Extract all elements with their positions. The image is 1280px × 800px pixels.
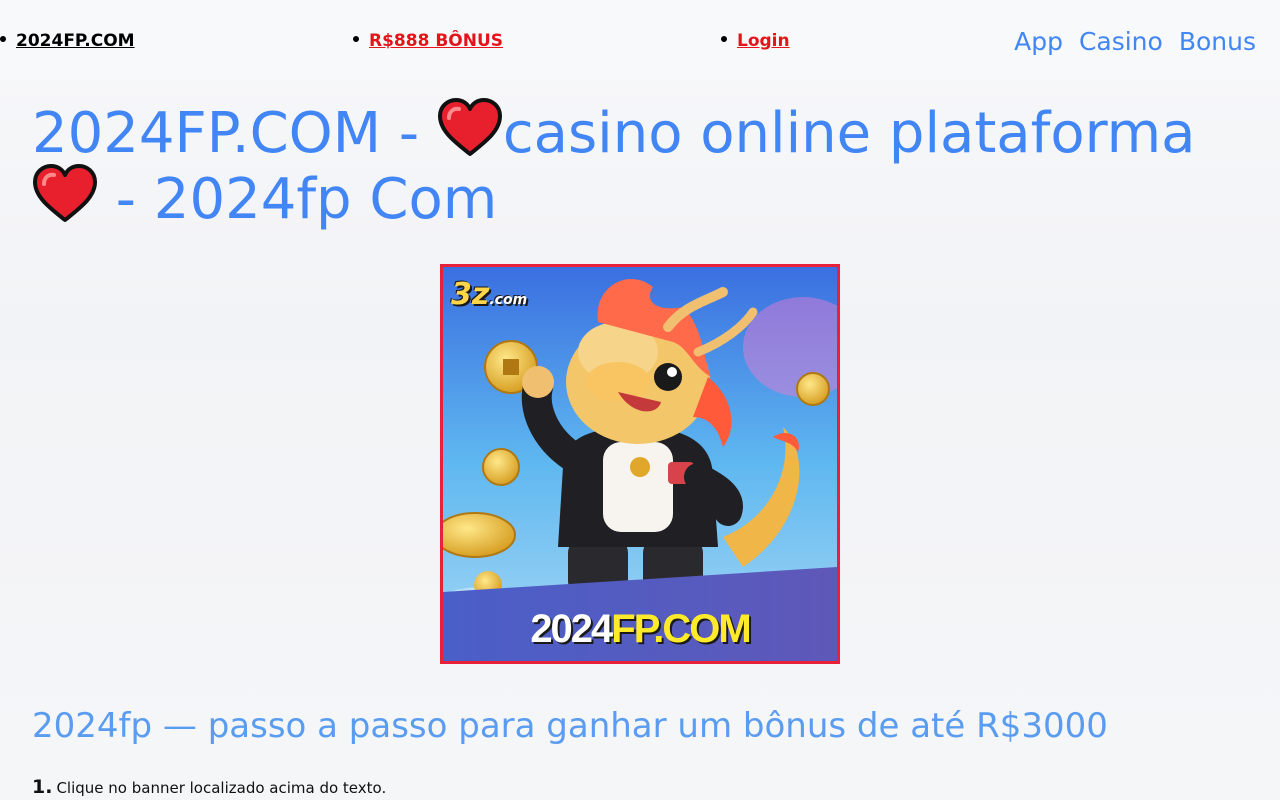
top-navigation: 2024FP.COM R$888 BÔNUS Login App Casino … (0, 0, 1280, 80)
nav-item-bonus: R$888 BÔNUS (353, 30, 503, 52)
bullet-icon (721, 36, 727, 42)
menu-item-casino[interactable]: Casino (1079, 27, 1163, 56)
main-menu: App Casino Bonus (1014, 27, 1256, 56)
nav-item-login: Login (721, 30, 790, 52)
bullet-icon (0, 36, 6, 42)
bonus-link[interactable]: R$888 BÔNUS (369, 31, 503, 51)
title-part-3: - 2024fp Com (98, 167, 498, 232)
step-number: 1. (32, 776, 53, 798)
banner-caption-white: 2024 (530, 607, 613, 651)
banner-caption-yellow: FP.COM (611, 607, 751, 651)
step-item: 1. Clique no banner localizado acima do t… (32, 776, 386, 798)
page-title: 2024FP.COM - casino online plataforma - … (32, 98, 1242, 230)
dragon-banner-image (443, 267, 837, 661)
section-heading: 2024fp — passo a passo para ganhar um bô… (32, 706, 1108, 746)
banner-caption: 2024FP.COM (443, 607, 837, 652)
title-part-2: casino online plataforma (502, 101, 1196, 166)
promo-banner[interactable]: 3z.com 2024FP.COM (440, 264, 840, 664)
home-link[interactable]: 2024FP.COM (16, 31, 135, 51)
heart-icon (437, 98, 502, 156)
step-text: Clique no banner localizado acima do tex… (56, 779, 387, 797)
banner-logo: 3z.com (451, 277, 527, 312)
menu-item-bonus[interactable]: Bonus (1179, 27, 1256, 56)
banner-logo-text: 3z (451, 277, 490, 312)
heart-icon (33, 164, 97, 222)
menu-item-app[interactable]: App (1014, 27, 1063, 56)
nav-item-home: 2024FP.COM (0, 30, 135, 52)
bullet-icon (353, 36, 359, 42)
login-link[interactable]: Login (737, 31, 790, 51)
title-part-1: 2024FP.COM - (32, 101, 437, 166)
banner-logo-suffix: .com (489, 292, 528, 308)
